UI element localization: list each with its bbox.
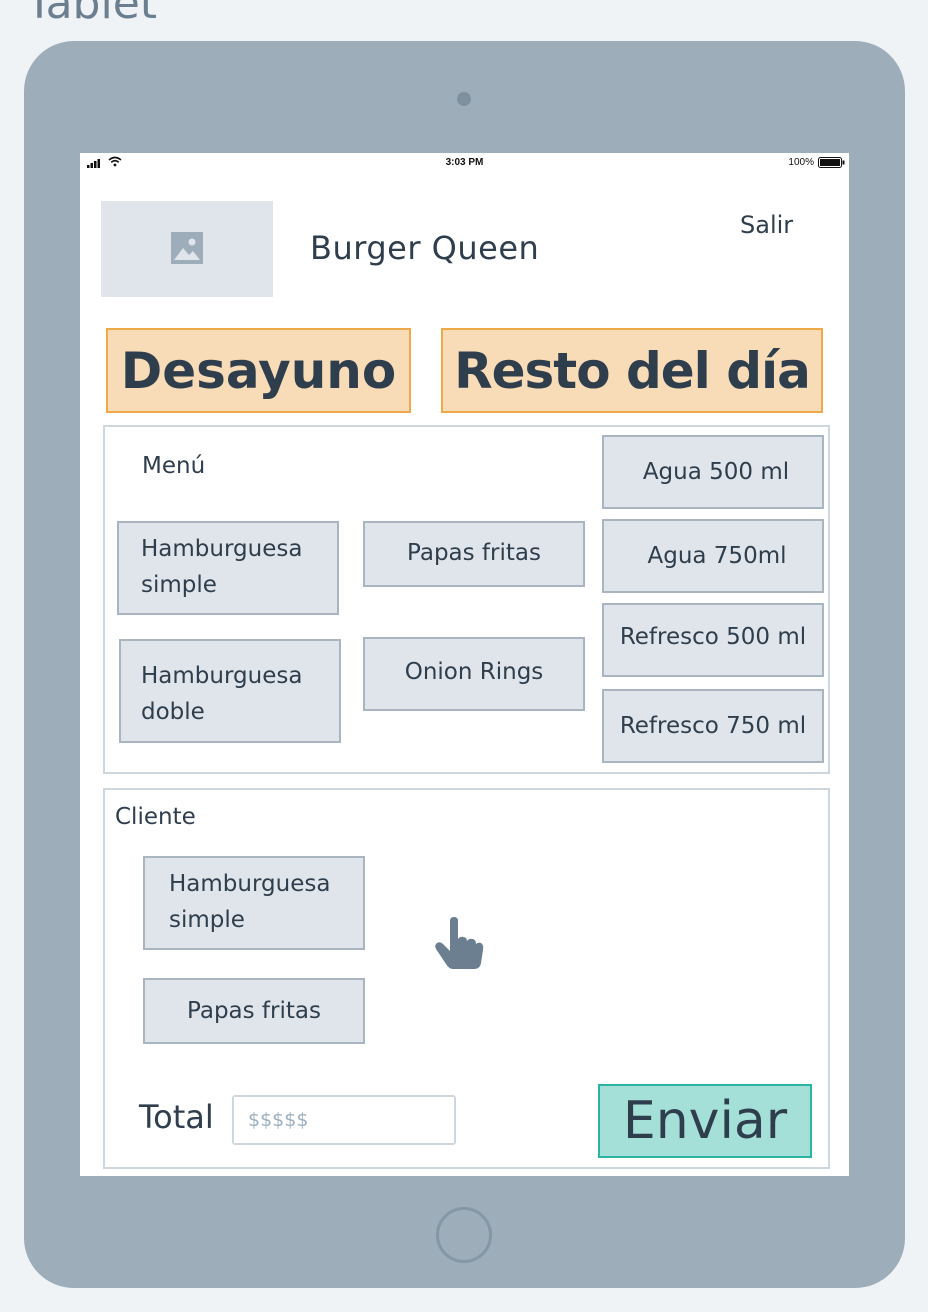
tab-breakfast[interactable]: Desayuno	[106, 328, 411, 413]
status-time: 3:03 PM	[445, 157, 484, 168]
order-item-label: Hamburguesa	[169, 871, 331, 897]
send-button[interactable]: Enviar	[598, 1084, 812, 1158]
total-label: Total	[139, 1098, 214, 1136]
tab-rest-of-day[interactable]: Resto del día	[441, 328, 823, 413]
status-bar: 3:03 PM 100%	[80, 153, 849, 173]
menu-panel: Menú Hamburguesa simple Hamburguesa dobl…	[103, 425, 830, 774]
menu-item-soda-750[interactable]: Refresco 750 ml	[602, 689, 824, 763]
logo-image-placeholder	[101, 201, 273, 297]
camera-icon	[457, 92, 471, 106]
menu-item-soda-500[interactable]: Refresco 500 ml	[602, 603, 824, 677]
battery-icon	[818, 157, 845, 168]
image-icon	[171, 232, 203, 264]
app-title: Burger Queen	[310, 229, 540, 267]
battery-percent: 100%	[788, 157, 814, 168]
menu-item-burger-simple[interactable]: Hamburguesa simple	[117, 521, 339, 615]
page-label: Tablet	[26, 0, 158, 29]
menu-item-label: simple	[141, 572, 217, 598]
tablet-screen: 3:03 PM 100% Burger Queen Salir Desayuno…	[80, 153, 849, 1176]
menu-item-water-750[interactable]: Agua 750ml	[602, 519, 824, 593]
menu-item-label: Hamburguesa	[141, 663, 303, 689]
order-item-label: simple	[169, 907, 245, 933]
menu-item-label: Hamburguesa	[141, 536, 303, 562]
order-item-fries[interactable]: Papas fritas	[143, 978, 365, 1044]
client-order-panel: Cliente Hamburguesa simple Papas fritas …	[103, 788, 830, 1169]
menu-item-fries[interactable]: Papas fritas	[363, 521, 585, 587]
client-label: Cliente	[115, 804, 196, 830]
menu-item-onion-rings[interactable]: Onion Rings	[363, 637, 585, 711]
menu-item-water-500[interactable]: Agua 500 ml	[602, 435, 824, 509]
home-button[interactable]	[436, 1207, 492, 1263]
hand-cursor-icon	[435, 917, 484, 969]
order-item-burger-simple[interactable]: Hamburguesa simple	[143, 856, 365, 950]
menu-item-burger-double[interactable]: Hamburguesa doble	[119, 639, 341, 743]
menu-item-label: doble	[141, 699, 205, 725]
logout-link[interactable]: Salir	[740, 211, 793, 239]
total-input[interactable]	[232, 1095, 456, 1145]
menu-label: Menú	[142, 453, 206, 479]
